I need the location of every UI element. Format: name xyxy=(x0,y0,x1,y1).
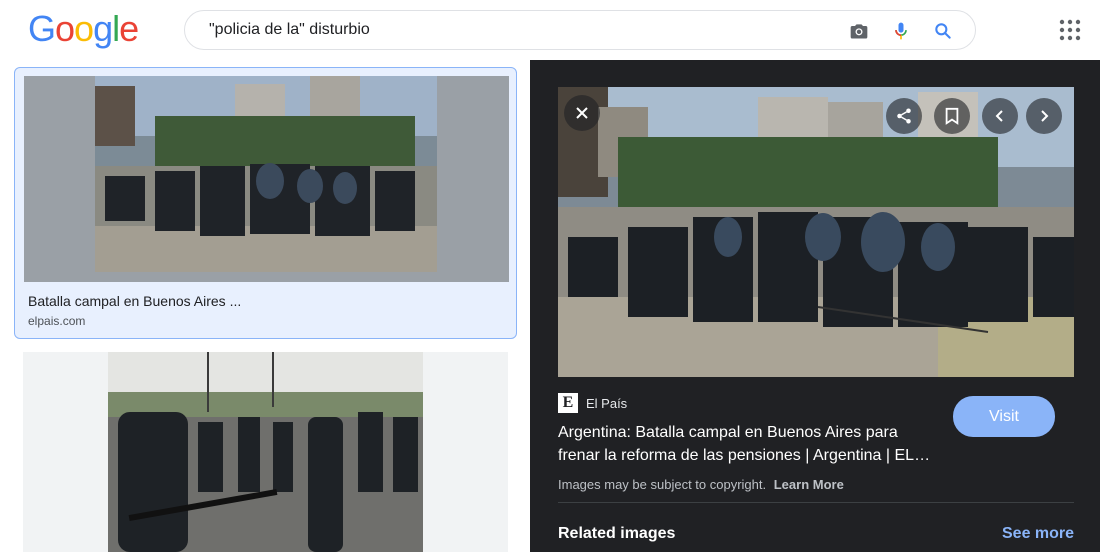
image-preview-panel: E El País Visit Argentina: Batalla campa… xyxy=(530,60,1100,552)
logo-letter: o xyxy=(55,8,75,49)
logo-letter: G xyxy=(28,8,56,49)
source-logo: E xyxy=(558,393,578,413)
visit-button[interactable]: Visit xyxy=(953,396,1055,437)
result-domain: elpais.com xyxy=(28,314,86,328)
learn-more-link[interactable]: Learn More xyxy=(774,477,844,492)
logo-letter: e xyxy=(119,8,139,49)
source-row[interactable]: E El País xyxy=(558,393,627,413)
logo-letter: l xyxy=(112,8,120,49)
apps-grid-icon[interactable] xyxy=(1058,18,1082,42)
search-query-text[interactable]: "policia de la" disturbio xyxy=(209,21,370,39)
result-caption[interactable]: Batalla campal en Buenos Aires ... xyxy=(28,293,241,309)
result-title-link[interactable]: Argentina: Batalla campal en Buenos Aire… xyxy=(558,421,943,467)
preview-image[interactable] xyxy=(558,87,1074,377)
google-logo[interactable]: Google xyxy=(28,8,139,50)
logo-letter: o xyxy=(74,8,94,49)
share-icon[interactable] xyxy=(886,98,922,134)
image-result-card[interactable] xyxy=(23,352,508,552)
related-images-heading: Related images xyxy=(558,525,676,542)
microphone-icon[interactable] xyxy=(889,19,913,43)
image-results: Batalla campal en Buenos Aires ... elpai… xyxy=(0,60,530,552)
search-input[interactable]: "policia de la" disturbio xyxy=(184,10,976,50)
chevron-right-icon[interactable] xyxy=(1026,98,1062,134)
header: Google "policia de la" disturbio xyxy=(0,0,1100,60)
camera-icon[interactable] xyxy=(847,19,871,43)
logo-letter: g xyxy=(93,8,113,49)
close-icon[interactable] xyxy=(564,95,600,131)
result-thumbnail[interactable] xyxy=(24,76,509,282)
source-name[interactable]: El País xyxy=(586,396,627,411)
chevron-left-icon[interactable] xyxy=(982,98,1018,134)
image-result-card[interactable]: Batalla campal en Buenos Aires ... elpai… xyxy=(14,67,517,339)
divider xyxy=(558,502,1074,503)
see-more-link[interactable]: See more xyxy=(1002,525,1074,543)
bookmark-icon[interactable] xyxy=(934,98,970,134)
copyright-text: Images may be subject to copyright. xyxy=(558,477,767,492)
copyright-notice: Images may be subject to copyright. Lear… xyxy=(558,477,844,492)
search-icon[interactable] xyxy=(931,19,955,43)
